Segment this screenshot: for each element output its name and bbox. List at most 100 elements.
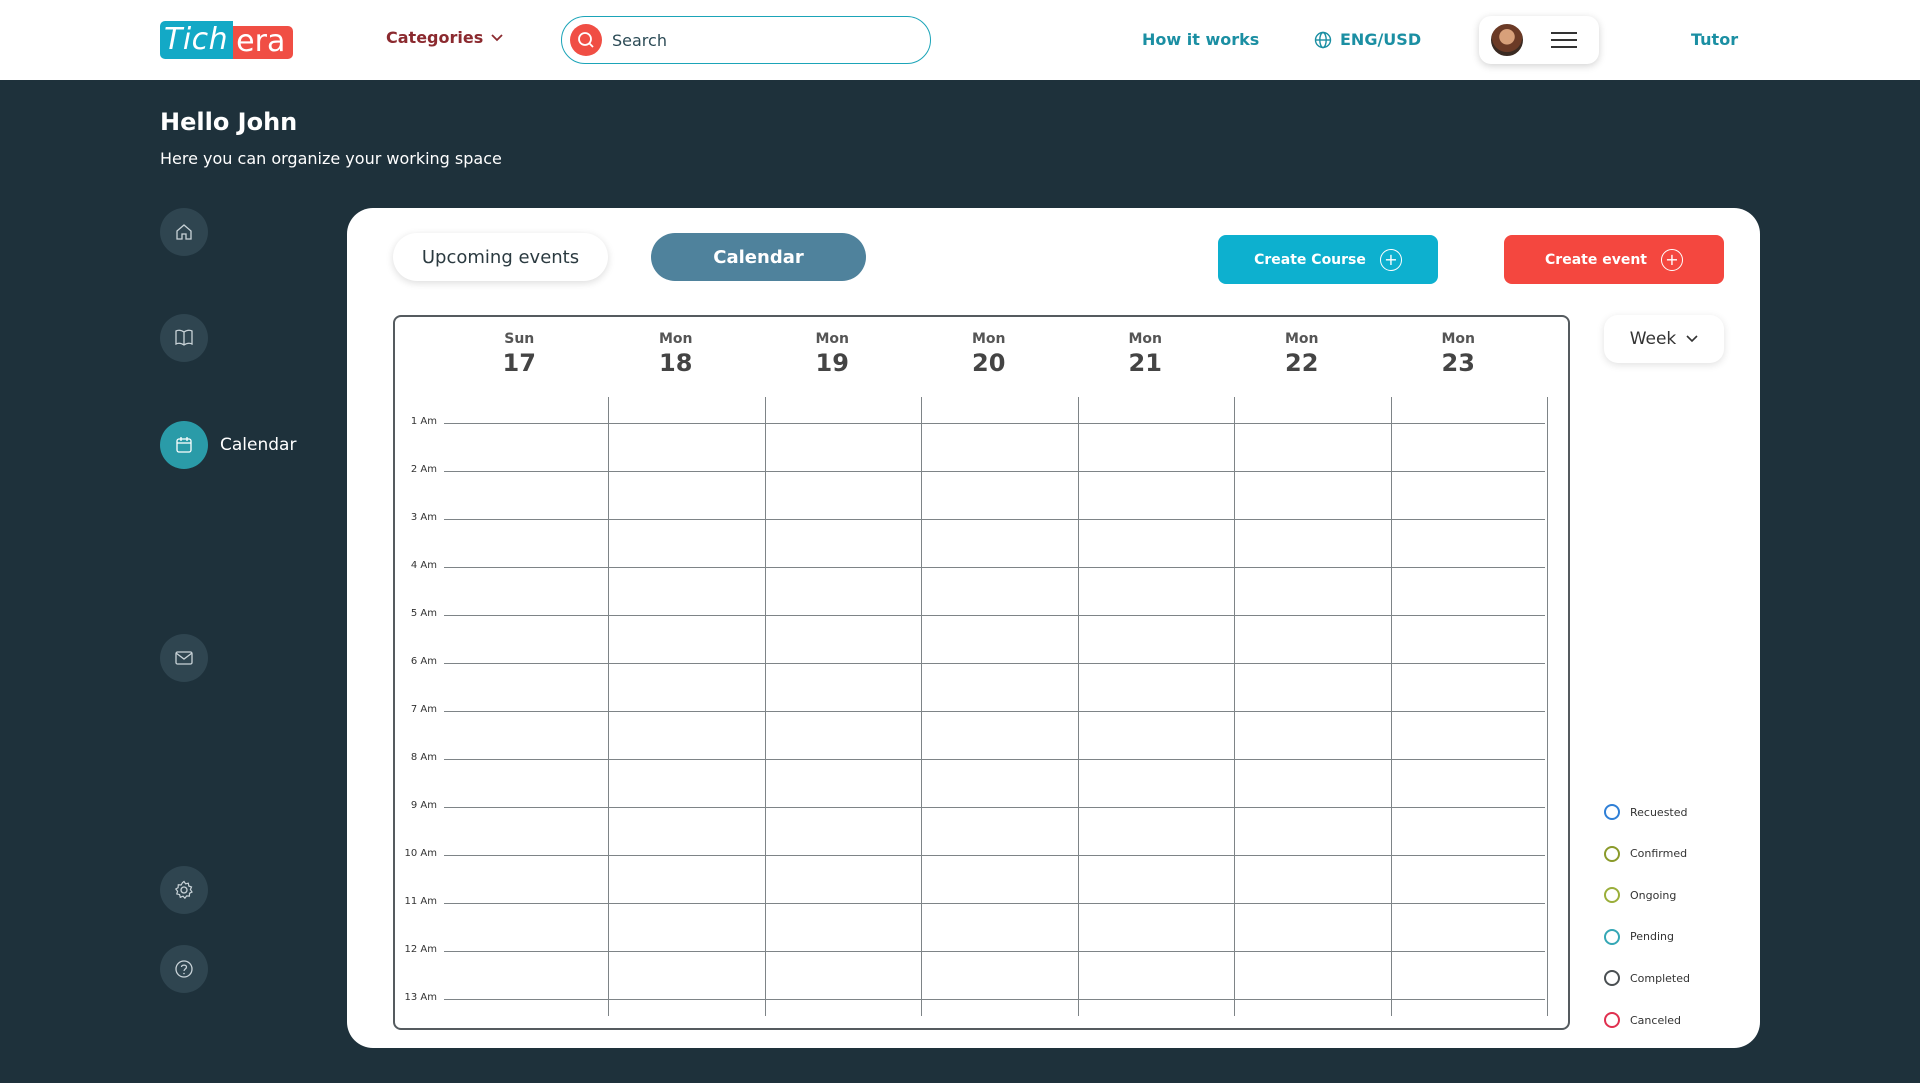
avatar[interactable] [1489,22,1525,58]
hour-label: 2 Am [410,464,437,475]
status-circle-icon [1604,1012,1620,1028]
hour-row-line [444,855,1545,856]
hour-row-line [444,903,1545,904]
view-selector-dropdown[interactable]: Week [1604,315,1724,363]
hour-label: 6 Am [410,656,437,667]
hour-label: 10 Am [404,848,438,859]
hour-row-line [444,759,1545,760]
day-header[interactable]: Mon 18 [626,331,726,377]
legend-item: Canceled [1604,1012,1681,1028]
day-date: 17 [502,349,536,377]
sidebar-item-home[interactable] [160,208,208,256]
search-icon[interactable] [570,24,602,56]
legend-item: Ongoing [1604,887,1677,904]
day-header[interactable]: Sun 17 [469,331,569,377]
legend-label: Recuested [1630,805,1688,819]
day-header[interactable]: Mon 22 [1252,331,1352,377]
view-selector-label: Week [1629,329,1677,349]
chevron-down-icon [491,33,503,41]
sidebar-item-calendar[interactable] [160,421,208,469]
legend-label: Confirmed [1630,847,1688,861]
legend-item: Completed [1604,970,1690,987]
day-date: 22 [1285,349,1319,377]
create-event-label: Create event [1545,251,1647,268]
tutor-link[interactable]: Tutor [1691,30,1738,49]
day-column-divider [1391,397,1392,1016]
top-navigation-bar: Tich era Categories Search How it works … [0,0,1920,80]
hamburger-menu-icon[interactable] [1551,31,1577,49]
legend-label: Ongoing [1630,888,1677,902]
day-date: 18 [659,349,693,377]
hour-label: 1 Am [410,416,437,427]
categories-label: Categories [386,28,484,47]
hour-label: 13 Am [404,992,438,1003]
hour-row-line [444,663,1545,664]
day-column-divider [765,397,766,1016]
legend-item: Pending [1604,928,1674,945]
day-name: Mon [1128,331,1163,347]
hour-label: 11 Am [404,896,438,907]
language-currency-selector[interactable]: ENG/USD [1314,30,1421,49]
hour-row-line [444,711,1545,712]
calendar-icon [176,437,192,453]
day-column-divider [921,397,922,1016]
tab-calendar[interactable]: Calendar [651,233,866,281]
home-icon [176,224,192,240]
hour-row-line [444,519,1545,520]
day-column-divider [1547,397,1548,1016]
gear-icon [174,880,193,900]
day-header[interactable]: Mon 19 [782,331,882,377]
day-header[interactable]: Mon 21 [1095,331,1195,377]
status-circle-icon [1604,804,1620,820]
hour-label: 5 Am [410,608,437,619]
sidebar-item-settings[interactable] [160,866,208,914]
sidebar-item-messages[interactable] [160,634,208,682]
profile-menu[interactable] [1479,16,1599,64]
language-label: ENG/USD [1340,30,1422,49]
hour-label: 9 Am [410,800,437,811]
mail-icon [175,651,193,665]
hour-row-line [444,615,1545,616]
globe-icon [1314,31,1332,48]
create-course-button[interactable]: Create Course + [1218,235,1438,284]
day-column-divider [1234,397,1235,1016]
plus-circle-icon: + [1660,248,1683,271]
hour-row-line [444,423,1545,424]
legend-label: Canceled [1630,1013,1682,1027]
day-name: Mon [815,331,850,347]
hour-label: 8 Am [410,752,437,763]
tab-upcoming-events[interactable]: Upcoming events [393,233,608,281]
legend-item: Recuested [1604,804,1688,820]
sidebar-item-label[interactable]: Calendar [220,435,296,455]
day-name: Sun [504,331,535,347]
search-input[interactable]: Search [612,31,667,50]
status-circle-icon [1604,887,1620,904]
hour-row-line [444,567,1545,568]
hour-row-line [444,951,1545,952]
day-date: 21 [1128,349,1162,377]
sidebar-item-courses[interactable] [160,314,208,362]
day-date: 19 [815,349,849,377]
hour-row-line [444,471,1545,472]
page-subtitle: Here you can organize your working space [160,149,502,168]
sidebar-item-help[interactable] [160,945,208,993]
tichera-logo[interactable]: Tich era [160,21,294,59]
legend-item: Confirmed [1604,845,1688,862]
status-circle-icon [1604,845,1620,862]
status-circle-icon [1604,928,1620,945]
create-event-button[interactable]: Create event + [1504,235,1724,284]
search-bar[interactable]: Search [561,16,931,64]
day-name: Mon [1284,331,1319,347]
day-header[interactable]: Mon 23 [1408,331,1508,377]
hour-row-line [444,807,1545,808]
day-header[interactable]: Mon 20 [939,331,1039,377]
day-name: Mon [1441,331,1476,347]
page-title: Hello John [160,108,298,136]
hour-label: 3 Am [410,512,437,523]
how-it-works-link[interactable]: How it works [1142,30,1259,49]
hour-row-line [444,999,1545,1000]
day-column-divider [1078,397,1079,1016]
help-icon [175,960,193,978]
legend-label: Pending [1630,930,1674,944]
categories-dropdown[interactable]: Categories [386,28,503,47]
